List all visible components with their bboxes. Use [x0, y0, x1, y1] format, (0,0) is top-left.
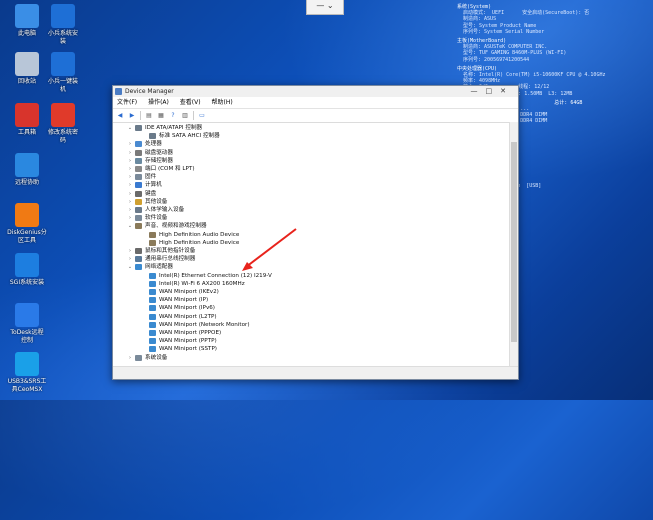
annotation-arrow-line: [245, 228, 297, 268]
annotation-arrow: [242, 228, 297, 271]
